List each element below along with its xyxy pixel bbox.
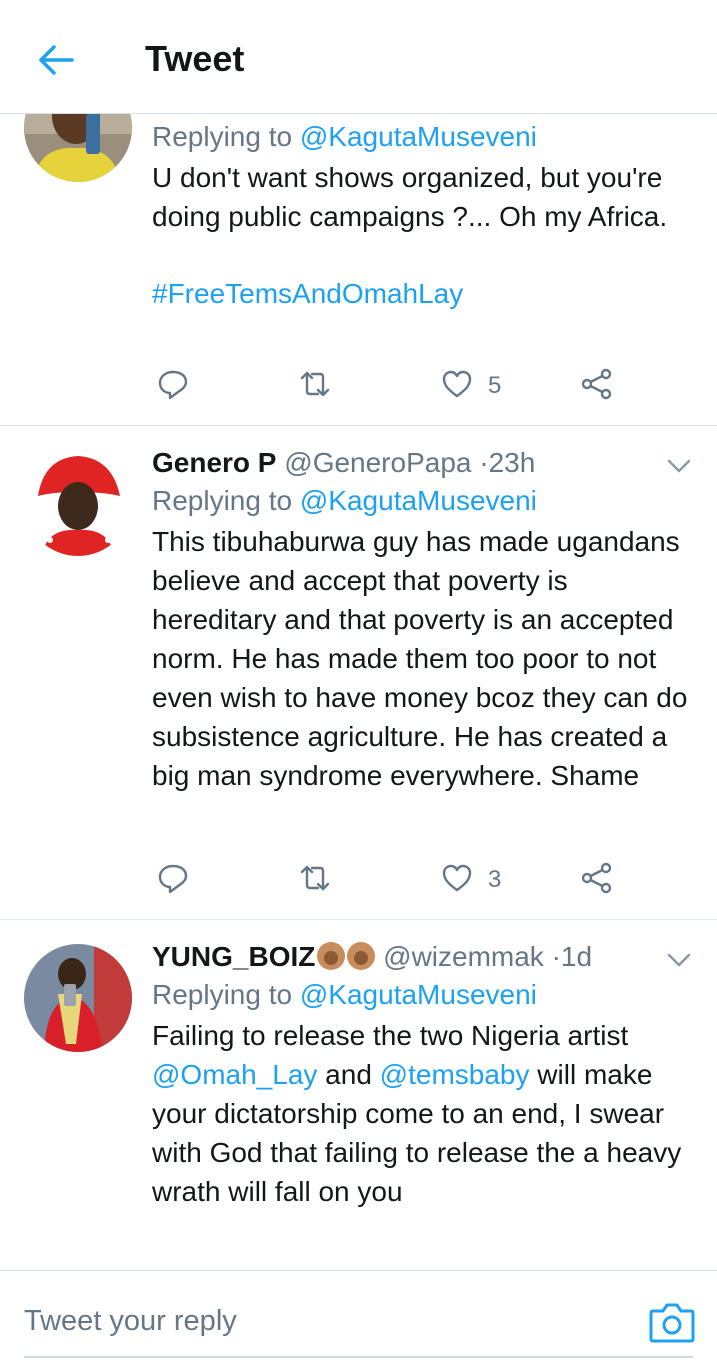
reply-handle-link[interactable]: @KagutaMuseveni (300, 121, 537, 152)
share-icon (580, 367, 614, 406)
like-icon (440, 367, 474, 406)
tweet-header: YUNG_BOIZ @wizemmak ·1d (152, 938, 693, 976)
display-name[interactable]: YUNG_BOIZ (152, 941, 315, 972)
share-button[interactable] (580, 860, 614, 900)
baby-emoji-icon (347, 942, 376, 970)
tweet-actions: 5 (152, 366, 632, 406)
share-icon (580, 861, 614, 900)
retweet-icon (298, 861, 332, 900)
reply-icon (156, 861, 190, 900)
mention-link[interactable]: @temsbaby (380, 1059, 530, 1090)
reply-handle-link[interactable]: @KagutaMuseveni (300, 979, 537, 1010)
tweet-header: Genero P @GeneroPapa ·23h (152, 444, 693, 482)
reply-icon (156, 367, 190, 406)
replying-to-label: Replying to (152, 485, 293, 516)
like-button[interactable]: 5 (440, 366, 501, 406)
timestamp: 23h (488, 447, 536, 478)
chevron-down-icon[interactable] (665, 452, 693, 480)
like-button[interactable]: 3 (440, 860, 501, 900)
replies-feed[interactable]: Replying to @KagutaMuseveni U don't want… (0, 114, 717, 1270)
retweet-button[interactable] (298, 860, 332, 900)
separator-dot: · (479, 447, 489, 478)
timestamp: 1d (560, 941, 593, 972)
reply-input[interactable] (24, 1301, 604, 1341)
like-count: 5 (488, 372, 502, 399)
user-handle[interactable]: @wizemmak (383, 941, 544, 972)
baby-emoji-icon (317, 942, 346, 970)
like-icon (440, 861, 474, 900)
separator-dot: · (551, 941, 561, 972)
avatar[interactable] (24, 448, 132, 556)
replying-to: Replying to @KagutaMuseveni (152, 118, 693, 156)
tweet-text: U don't want shows organized, but you're… (152, 162, 668, 232)
tweet-text-segment: Failing to release the two Nigeria artis… (152, 1020, 629, 1051)
tweet-item[interactable]: Replying to @KagutaMuseveni U don't want… (0, 114, 717, 426)
back-arrow-icon[interactable] (36, 40, 76, 80)
tweet-text: Failing to release the two Nigeria artis… (152, 1016, 693, 1211)
top-bar: Tweet (0, 0, 717, 114)
replying-to-label: Replying to (152, 121, 293, 152)
page-title: Tweet (145, 38, 245, 79)
chevron-down-icon[interactable] (665, 946, 693, 974)
composer-divider (24, 1356, 693, 1358)
reply-handle-link[interactable]: @KagutaMuseveni (300, 485, 537, 516)
tweet-actions: 3 (152, 860, 632, 900)
reply-button[interactable] (156, 860, 190, 900)
replying-to-label: Replying to (152, 979, 293, 1010)
tweet-item[interactable]: Genero P @GeneroPapa ·23h Replying to @K… (0, 426, 717, 920)
like-count: 3 (488, 866, 502, 893)
tweet-text-segment: and (325, 1059, 372, 1090)
display-name[interactable]: Genero P (152, 447, 276, 478)
camera-icon[interactable] (649, 1301, 695, 1343)
replying-to: Replying to @KagutaMuseveni (152, 976, 693, 1014)
avatar[interactable] (24, 114, 132, 182)
tweet-item[interactable]: YUNG_BOIZ @wizemmak ·1d Replying to @Kag… (0, 920, 717, 1270)
mention-link[interactable]: @Omah_Lay (152, 1059, 317, 1090)
hashtag-link[interactable]: #FreeTemsAndOmahLay (152, 274, 693, 313)
reply-composer (0, 1270, 717, 1360)
avatar[interactable] (24, 944, 132, 1052)
reply-button[interactable] (156, 366, 190, 406)
retweet-icon (298, 367, 332, 406)
replying-to: Replying to @KagutaMuseveni (152, 482, 693, 520)
tweet-text: This tibuhaburwa guy has made ugandans b… (152, 526, 688, 791)
retweet-button[interactable] (298, 366, 332, 406)
user-handle[interactable]: @GeneroPapa (284, 447, 471, 478)
share-button[interactable] (580, 366, 614, 406)
